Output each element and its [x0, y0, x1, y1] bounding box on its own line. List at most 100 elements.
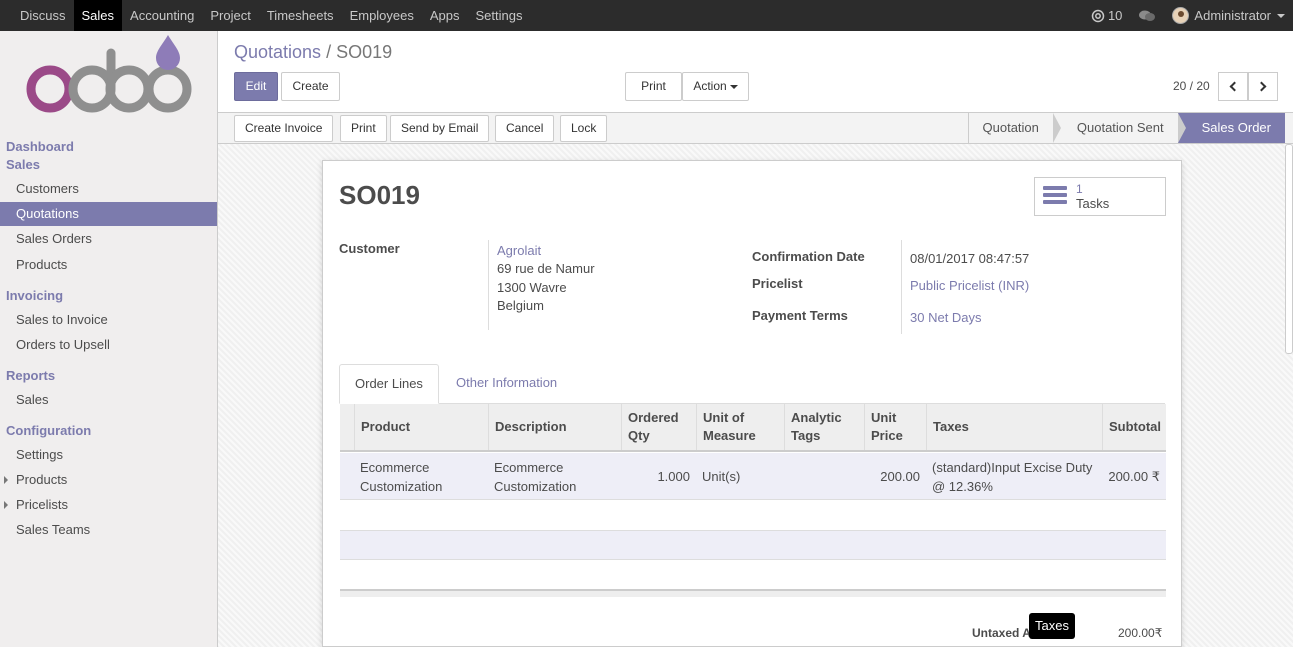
stage-sales-order[interactable]: Sales Order [1177, 113, 1285, 143]
menu-project[interactable]: Project [202, 0, 258, 31]
cell-text: Customization [360, 478, 443, 494]
cell-text: (standard)Input Excise Duty [932, 459, 1093, 475]
create-invoice-button[interactable]: Create Invoice [234, 115, 334, 142]
column-header-product[interactable]: Product [354, 404, 488, 450]
column-header-text: Measure [703, 428, 756, 443]
breadcrumb-parent[interactable]: Quotations [234, 42, 321, 62]
sidebar-item-customers[interactable]: Customers [0, 177, 217, 201]
chat-bubbles-icon [1139, 10, 1156, 21]
column-header-subtotal[interactable]: Subtotal [1102, 404, 1166, 450]
top-navbar: Discuss Sales Accounting Project Timeshe… [0, 0, 1293, 31]
column-header-analytic-tags[interactable]: Analytic Tags [784, 404, 864, 450]
column-header-unit-of-measure[interactable]: Unit of Measure [696, 404, 784, 450]
sidebar-item-quotations[interactable]: Quotations [0, 202, 217, 226]
column-header-ordered-qty[interactable]: Ordered Qty [621, 404, 696, 450]
cell-unit-of-measure: Unit(s) [702, 469, 741, 484]
scrollbar[interactable] [1285, 144, 1293, 354]
tasks-icon [1043, 186, 1067, 206]
print-label: Print [641, 79, 666, 93]
untaxed-amount-value: 200.00₹ [1118, 626, 1163, 640]
cell-ordered-qty: 1.000 [657, 469, 690, 484]
avatar [1172, 7, 1190, 24]
cancel-button[interactable]: Cancel [495, 115, 555, 142]
column-header-text: Unit [871, 410, 897, 425]
sidebar-item-reports-sales[interactable]: Sales [0, 388, 217, 412]
customer-link[interactable]: Agrolait [497, 243, 541, 258]
menu-accounting[interactable]: Accounting [122, 0, 202, 31]
cell-taxes: (standard)Input Excise Duty @ 12.36% [926, 453, 1102, 500]
pager-previous-button[interactable] [1218, 72, 1248, 101]
status-stages: Quotation Quotation Sent Sales Order [967, 113, 1285, 143]
tab-other-information[interactable]: Other Information [441, 364, 572, 404]
menu-timesheets[interactable]: Timesheets [259, 0, 342, 31]
sidebar-item-sales-teams[interactable]: Sales Teams [0, 518, 217, 542]
confirmation-date-value: 08/01/2017 08:47:57 [910, 251, 1030, 266]
sidebar-item-pricelists[interactable]: Pricelists [0, 493, 217, 517]
page-title: SO019 [339, 180, 420, 210]
tab-order-lines[interactable]: Order Lines [339, 364, 439, 404]
edit-button[interactable]: Edit [234, 72, 278, 101]
pager-value: 20 / 20 [1173, 79, 1210, 93]
app-menu: Discuss Sales Accounting Project Timeshe… [12, 0, 531, 31]
table-row[interactable]: Ecommerce Customization Ecommerce Custom… [340, 453, 1166, 500]
lock-button[interactable]: Lock [560, 115, 608, 142]
cell-text: Ecommerce [360, 459, 430, 475]
menu-apps[interactable]: Apps [422, 0, 468, 31]
column-header-description[interactable]: Description [488, 404, 621, 450]
odoo-logo [26, 35, 192, 113]
column-header-taxes[interactable]: Taxes [926, 404, 1102, 450]
sidebar-section-configuration: Configuration [6, 423, 92, 438]
column-header-text: Ordered [628, 410, 679, 425]
order-lines-header: Product Description Ordered Qty Unit of … [340, 404, 1166, 452]
print-button[interactable]: Print [340, 115, 387, 142]
expand-arrow-icon [4, 476, 8, 484]
cell-product: Ecommerce Customization [354, 453, 488, 500]
sidebar-item-settings[interactable]: Settings [0, 443, 217, 467]
payment-terms-label: Payment Terms [752, 308, 848, 323]
customer-address-line1: 69 rue de Namur [497, 261, 595, 276]
sidebar-item-sales-orders[interactable]: Sales Orders [0, 227, 217, 251]
cell-text: Ecommerce [494, 459, 564, 475]
pager-next-button[interactable] [1248, 72, 1278, 101]
pricelist-link[interactable]: Public Pricelist (INR) [910, 278, 1029, 293]
stage-quotation-sent[interactable]: Quotation Sent [1052, 113, 1186, 143]
activity-button[interactable]: 10 [1083, 8, 1130, 23]
cell-analytic-tags [784, 453, 864, 500]
column-header-unit-price[interactable]: Unit Price [864, 404, 926, 450]
breadcrumb-current: SO019 [336, 42, 393, 62]
print-dropdown[interactable]: Print [625, 72, 682, 116]
sidebar-dashboard[interactable]: Dashboard [6, 139, 74, 154]
payment-terms-link[interactable]: 30 Net Days [910, 310, 982, 325]
sidebar-item-config-products[interactable]: Products [0, 468, 217, 492]
empty-row [340, 530, 1166, 560]
breadcrumb-separator: / [326, 42, 332, 62]
sidebar-item-orders-to-upsell[interactable]: Orders to Upsell [0, 333, 217, 357]
topbar-right: 10 Administrator [1083, 0, 1293, 31]
sidebar-item-products[interactable]: Products [0, 253, 217, 277]
cell-unit-price: 200.00 [880, 469, 920, 484]
user-menu[interactable]: Administrator [1164, 7, 1293, 24]
stage-quotation[interactable]: Quotation [967, 113, 1062, 143]
sidebar-item-sales-to-invoice[interactable]: Sales to Invoice [0, 308, 217, 332]
messaging-button[interactable] [1130, 9, 1164, 23]
action-dropdown[interactable]: Action [682, 72, 749, 101]
cell-text: Customization [494, 478, 577, 494]
action-label: Action [693, 79, 727, 93]
caret-down-icon [1277, 13, 1285, 18]
tasks-smart-button[interactable]: 1 Tasks [1034, 177, 1166, 216]
send-by-email-button[interactable]: Send by Email [390, 115, 490, 142]
menu-settings[interactable]: Settings [468, 0, 531, 31]
menu-employees[interactable]: Employees [342, 0, 422, 31]
column-header-text: Qty [628, 428, 650, 443]
tasks-label: Tasks [1076, 196, 1110, 211]
sidebar: Dashboard Sales Customers Quotations Sal… [0, 31, 218, 647]
column-header-text: Unit of [703, 410, 745, 425]
statusbar: Create Invoice Print Send by Email Cance… [218, 112, 1293, 144]
column-header-text: Tags [791, 428, 821, 443]
menu-sales[interactable]: Sales [73, 0, 123, 31]
sidebar-section-reports: Reports [6, 368, 56, 383]
create-button[interactable]: Create [281, 72, 340, 101]
menu-discuss[interactable]: Discuss [12, 0, 74, 31]
divider [901, 240, 902, 334]
chevron-left-icon [1229, 81, 1240, 92]
